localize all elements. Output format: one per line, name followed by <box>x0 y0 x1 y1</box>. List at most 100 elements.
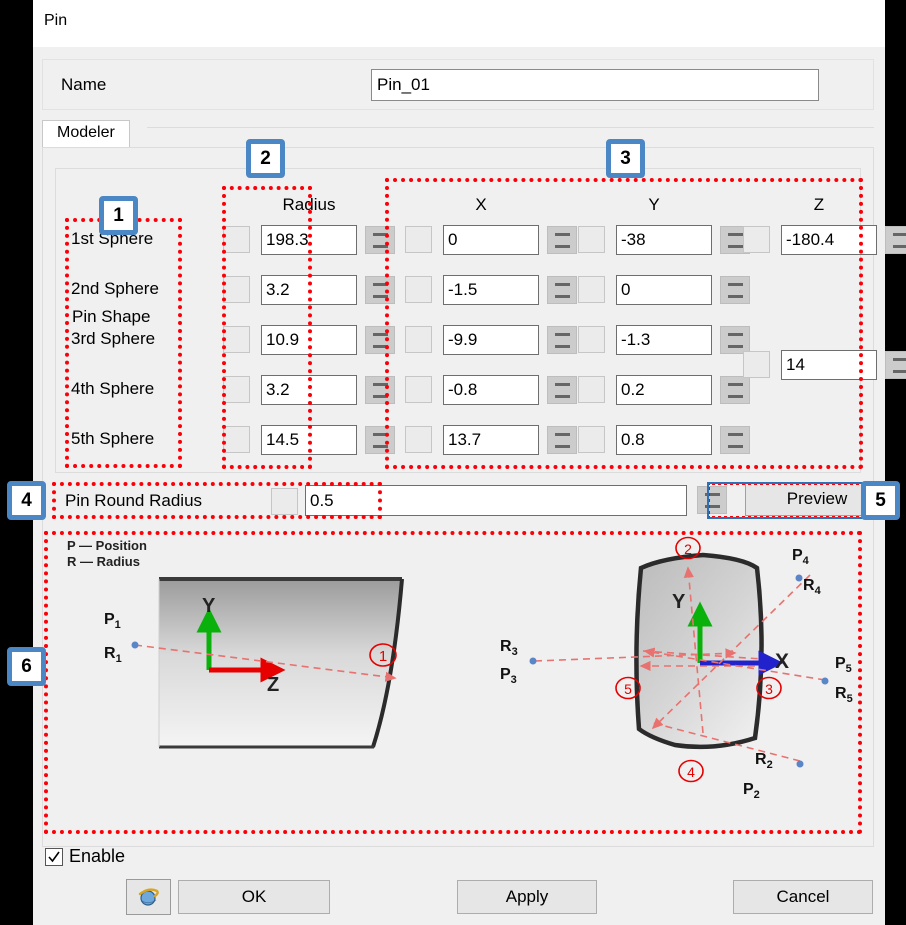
name-panel: Name <box>42 59 874 110</box>
input-radius-row5[interactable] <box>261 425 357 455</box>
right-callout-2: 2 <box>676 538 700 559</box>
diagram-svg: 1 <box>55 533 861 833</box>
pin-round-radius-equals-button[interactable] <box>697 486 727 514</box>
title-bar: Pin <box>33 0 885 47</box>
right-axis-y-label: Y <box>672 591 685 614</box>
right-callout-4: 4 <box>679 761 703 782</box>
right-point-p3 <box>530 658 537 665</box>
checkbox-radius-row2[interactable] <box>223 276 250 303</box>
checkbox-y-row4[interactable] <box>578 376 605 403</box>
left-point-p1 <box>132 642 139 649</box>
checkbox-x-row1[interactable] <box>405 226 432 253</box>
checkbox-x-row2[interactable] <box>405 276 432 303</box>
equals-button-x-row5[interactable] <box>547 426 577 454</box>
equals-button-y-row5[interactable] <box>720 426 750 454</box>
callout-badge-6: 6 <box>7 647 46 686</box>
svg-text:1: 1 <box>379 648 387 665</box>
equals-button-radius-row4[interactable] <box>365 376 395 404</box>
input-x-row4[interactable] <box>443 375 539 405</box>
apply-button[interactable]: Apply <box>457 880 597 914</box>
pin-shape-group-label: Pin Shape <box>66 307 156 327</box>
diagram-legend-radius: R — Radius <box>67 554 140 569</box>
callout-badge-4: 4 <box>7 481 46 520</box>
equals-button-y-row3[interactable] <box>720 326 750 354</box>
right-point-p4 <box>796 575 803 582</box>
callout-badge-5: 5 <box>861 481 900 520</box>
checkbox-x-row4[interactable] <box>405 376 432 403</box>
checkbox-y-row2[interactable] <box>578 276 605 303</box>
input-y-row4[interactable] <box>616 375 712 405</box>
row-label-sphere-5: 5th Sphere <box>71 429 154 449</box>
input-y-row5[interactable] <box>616 425 712 455</box>
input-radius-row1[interactable] <box>261 225 357 255</box>
checkbox-y-row5[interactable] <box>578 426 605 453</box>
equals-button-z-row1[interactable] <box>885 226 906 254</box>
left-axis-y-label: Y <box>202 595 215 618</box>
equals-button-radius-row5[interactable] <box>365 426 395 454</box>
checkbox-radius-row1[interactable] <box>223 226 250 253</box>
input-x-row2[interactable] <box>443 275 539 305</box>
checkbox-z-extra[interactable] <box>743 351 770 378</box>
column-header-radius: Radius <box>249 195 369 215</box>
equals-button-x-row3[interactable] <box>547 326 577 354</box>
right-label-p2: P2 <box>743 781 760 801</box>
checkbox-y-row1[interactable] <box>578 226 605 253</box>
ok-button[interactable]: OK <box>178 880 330 914</box>
row-label-sphere-2: 2nd Sphere <box>71 279 159 299</box>
input-radius-row3[interactable] <box>261 325 357 355</box>
left-label-r1: R1 <box>104 645 122 665</box>
input-radius-row4[interactable] <box>261 375 357 405</box>
right-label-p4: P4 <box>792 547 809 567</box>
svg-text:2: 2 <box>684 541 692 557</box>
right-label-p5: P5 <box>835 655 852 675</box>
column-header-x: X <box>421 195 541 215</box>
callout-badge-3: 3 <box>606 139 645 178</box>
checkbox-radius-row5[interactable] <box>223 426 250 453</box>
checkbox-y-row3[interactable] <box>578 326 605 353</box>
cancel-button[interactable]: Cancel <box>733 880 873 914</box>
diagram-legend-position: P — Position <box>67 538 147 553</box>
equals-button-radius-row2[interactable] <box>365 276 395 304</box>
checkbox-x-row3[interactable] <box>405 326 432 353</box>
input-y-row3[interactable] <box>616 325 712 355</box>
equals-button-radius-row3[interactable] <box>365 326 395 354</box>
checkbox-x-row5[interactable] <box>405 426 432 453</box>
equals-button-x-row4[interactable] <box>547 376 577 404</box>
enable-checkbox[interactable] <box>45 848 63 866</box>
equals-button-x-row2[interactable] <box>547 276 577 304</box>
equals-button-radius-row1[interactable] <box>365 226 395 254</box>
globe-icon <box>137 885 161 909</box>
checkmark-icon <box>47 850 61 864</box>
checkbox-radius-row3[interactable] <box>223 326 250 353</box>
right-axis-x-label: X <box>775 650 789 674</box>
callout-badge-1: 1 <box>99 196 138 235</box>
input-x-row5[interactable] <box>443 425 539 455</box>
pin-round-radius-label: Pin Round Radius <box>65 491 202 511</box>
row-label-sphere-3: 3rd Sphere <box>71 329 155 349</box>
pin-round-radius-input[interactable] <box>305 485 687 516</box>
tab-page-modeler: Pin Shape RadiusXYZ1st Sphere2nd Sphere3… <box>42 147 874 847</box>
input-x-row1[interactable] <box>443 225 539 255</box>
equals-button-y-row4[interactable] <box>720 376 750 404</box>
input-z-extra[interactable] <box>781 350 877 380</box>
globe-button[interactable] <box>126 879 171 915</box>
column-header-y: Y <box>594 195 714 215</box>
checkbox-z-row1[interactable] <box>743 226 770 253</box>
right-point-p5 <box>822 678 829 685</box>
equals-button-x-row1[interactable] <box>547 226 577 254</box>
right-label-r5: R5 <box>835 685 853 705</box>
input-y-row1[interactable] <box>616 225 712 255</box>
checkbox-radius-row4[interactable] <box>223 376 250 403</box>
input-radius-row2[interactable] <box>261 275 357 305</box>
equals-button-z-extra[interactable] <box>885 351 906 379</box>
column-header-z: Z <box>759 195 879 215</box>
input-x-row3[interactable] <box>443 325 539 355</box>
pin-round-radius-checkbox[interactable] <box>271 488 298 515</box>
input-z-row1[interactable] <box>781 225 877 255</box>
right-label-r2: R2 <box>755 751 773 771</box>
equals-button-y-row2[interactable] <box>720 276 750 304</box>
name-label: Name <box>61 75 106 95</box>
name-input[interactable] <box>371 69 819 101</box>
input-y-row2[interactable] <box>616 275 712 305</box>
tab-modeler[interactable]: Modeler <box>42 120 130 148</box>
